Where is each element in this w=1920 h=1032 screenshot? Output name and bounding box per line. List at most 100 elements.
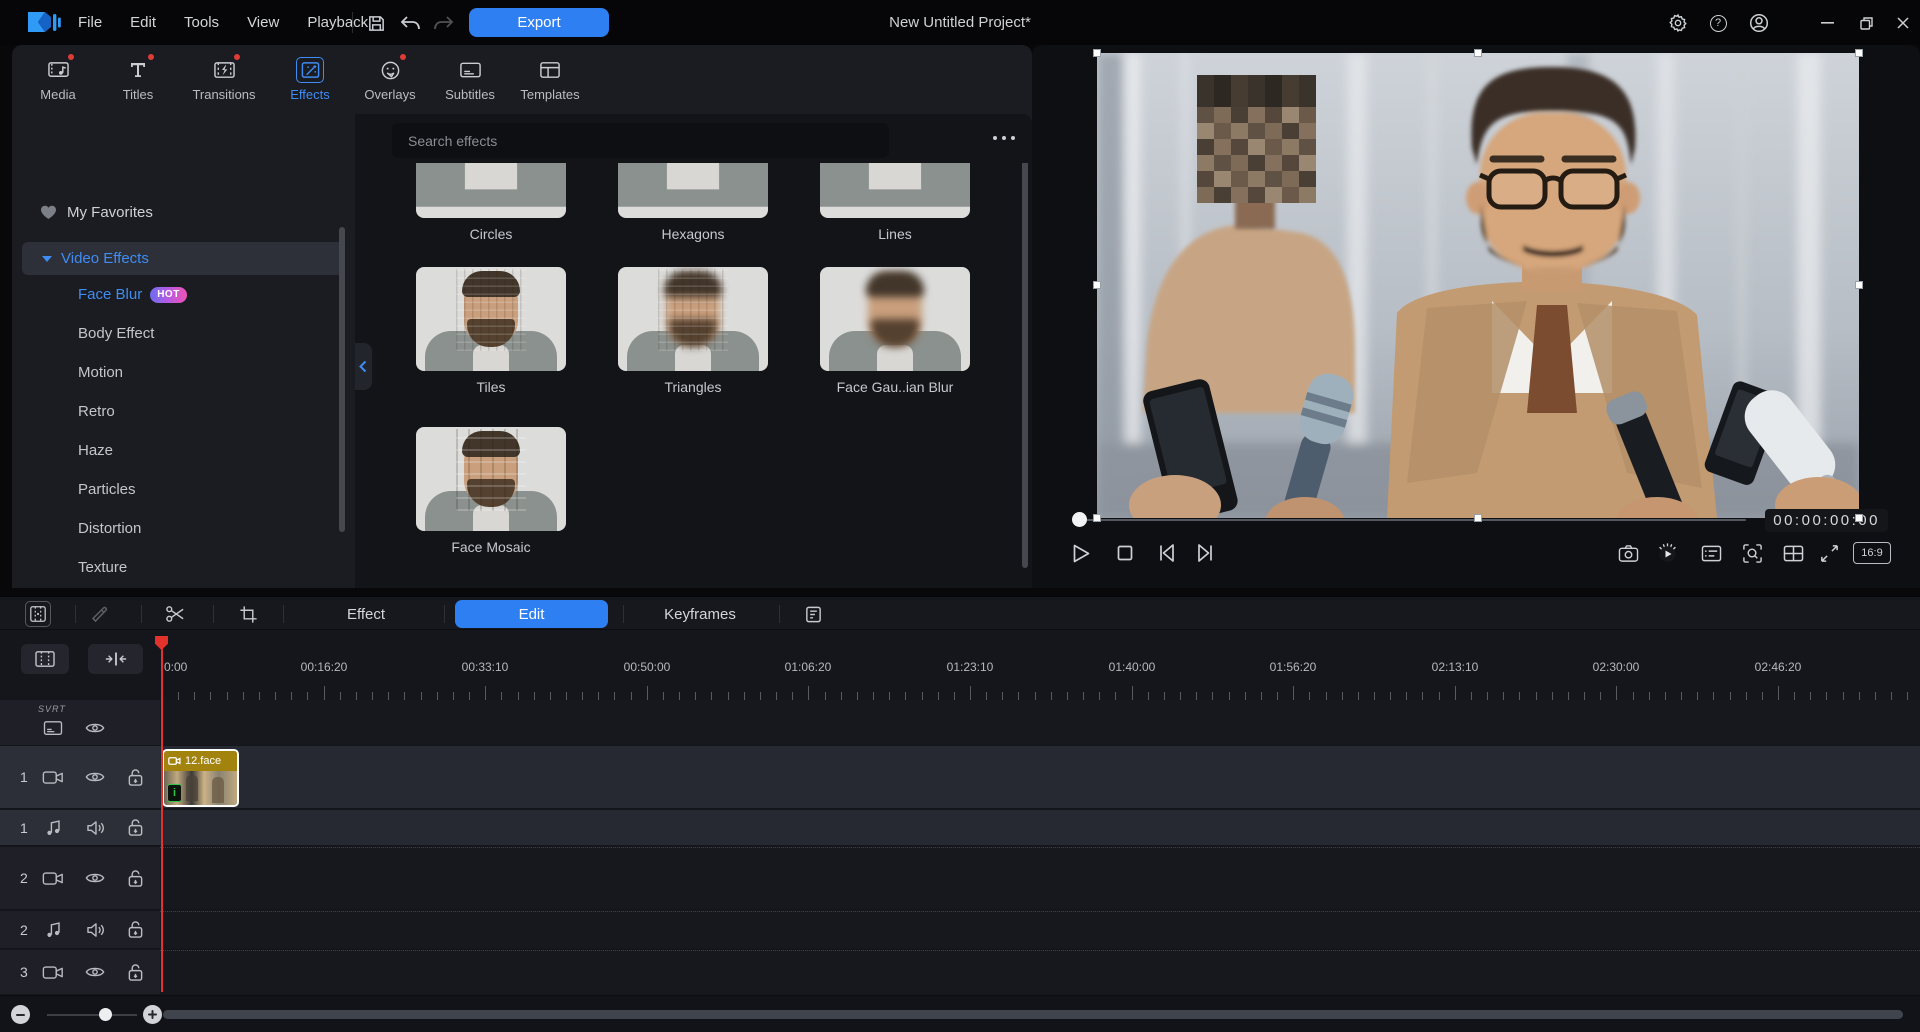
timeline-ruler[interactable]: 0:00 00:16:20 00:33:10 00:50:00 01:06:20… (160, 660, 1918, 700)
video-lane-1[interactable] (160, 746, 1920, 808)
adjustment-list-icon[interactable] (800, 601, 826, 627)
tab-templates[interactable]: Templates (510, 50, 590, 110)
more-options-icon[interactable] (993, 136, 1015, 140)
selection-handle[interactable] (1474, 49, 1482, 57)
selection-handle[interactable] (1855, 514, 1863, 522)
keyframes-tab[interactable]: Keyframes (650, 597, 750, 631)
selection-handle[interactable] (1093, 281, 1101, 289)
track-lock-icon[interactable] (124, 867, 146, 889)
help-icon[interactable]: ? (1706, 11, 1730, 35)
tab-transitions[interactable]: Transitions (178, 50, 270, 110)
track-lock-icon[interactable] (124, 817, 146, 839)
export-button[interactable]: Export (469, 8, 609, 37)
track-lock-icon[interactable] (124, 766, 146, 788)
close-button[interactable] (1891, 11, 1915, 35)
edit-tab[interactable]: Edit (455, 600, 608, 628)
audio-lane-2[interactable] (160, 911, 1920, 948)
sidebar-item-distortion[interactable]: Distortion (78, 520, 141, 537)
tab-titles[interactable]: Titles (98, 50, 178, 110)
video-lane-3[interactable] (160, 950, 1920, 994)
menu-playback[interactable]: Playback (307, 14, 368, 31)
sidebar-item-motion[interactable]: Motion (78, 364, 123, 381)
zoom-slider-handle[interactable] (99, 1008, 112, 1021)
effects-grid-scrollbar[interactable] (1022, 144, 1028, 568)
preview-seek-handle[interactable] (1072, 512, 1087, 527)
audio-lane-1[interactable] (160, 810, 1920, 845)
minimize-button[interactable] (1815, 11, 1839, 35)
snapshot-camera-icon[interactable] (1615, 540, 1641, 566)
zoom-in-button[interactable] (143, 1005, 162, 1024)
track-visibility-icon[interactable] (84, 961, 106, 983)
sidebar-item-favorites[interactable]: My Favorites (40, 204, 153, 221)
sidebar-group-video-effects[interactable]: Video Effects (22, 242, 344, 275)
track-visibility-icon[interactable] (84, 867, 106, 889)
playhead-marker[interactable] (155, 636, 168, 650)
tab-media[interactable]: Media (18, 50, 98, 110)
track-lock-icon[interactable] (124, 961, 146, 983)
effect-card-triangles[interactable]: Triangles (618, 267, 768, 395)
selection-handle[interactable] (1855, 281, 1863, 289)
aspect-ratio-button[interactable]: 16:9 (1853, 542, 1891, 564)
undo-icon[interactable] (398, 11, 422, 35)
selection-handle[interactable] (1855, 49, 1863, 57)
sidebar-item-particles[interactable]: Particles (78, 481, 136, 498)
storyboard-view-button[interactable] (21, 644, 69, 674)
zoom-out-button[interactable] (11, 1005, 30, 1024)
tab-effects[interactable]: Effects (270, 50, 350, 110)
playhead-line[interactable] (161, 638, 163, 992)
stop-button[interactable] (1112, 540, 1138, 566)
timeline-horizontal-scrollbar[interactable] (163, 1010, 1903, 1019)
render-preview-icon[interactable] (1654, 540, 1680, 566)
settings-gear-icon[interactable] (1666, 11, 1690, 35)
effect-card-tiles[interactable]: Tiles (416, 267, 566, 395)
sidebar-item-body-effect[interactable]: Body Effect (78, 325, 154, 342)
video-preview[interactable] (1097, 53, 1859, 518)
record-frame-icon[interactable] (25, 601, 51, 627)
sidebar-item-retro[interactable]: Retro (78, 403, 115, 420)
maximize-button[interactable] (1854, 11, 1878, 35)
zoom-slider-track[interactable] (47, 1014, 137, 1016)
redo-icon[interactable] (432, 11, 456, 35)
playback-log-icon[interactable] (1698, 540, 1724, 566)
track-visibility-icon[interactable] (84, 717, 106, 739)
menu-file[interactable]: File (78, 14, 102, 31)
snap-to-playhead-button[interactable] (88, 644, 143, 674)
scissors-cut-icon[interactable] (162, 601, 188, 627)
account-icon[interactable] (1747, 11, 1771, 35)
menu-view[interactable]: View (247, 14, 279, 31)
menu-tools[interactable]: Tools (184, 14, 219, 31)
preview-seek-bar[interactable] (1079, 519, 1746, 521)
menu-edit[interactable]: Edit (130, 14, 156, 31)
track-mute-icon[interactable] (84, 919, 106, 941)
track-mute-icon[interactable] (84, 817, 106, 839)
sidebar-item-texture[interactable]: Texture (78, 559, 127, 576)
video-lane-2[interactable] (160, 847, 1920, 909)
effect-card-face-mosaic[interactable]: Face Mosaic (416, 427, 566, 555)
selection-handle[interactable] (1474, 514, 1482, 522)
fullscreen-icon[interactable] (1816, 540, 1842, 566)
tab-subtitles[interactable]: Subtitles (430, 50, 510, 110)
effects-search-input[interactable] (392, 123, 889, 158)
crop-icon[interactable] (235, 601, 261, 627)
effects-search-bar[interactable] (392, 123, 889, 158)
split-screen-icon[interactable] (1780, 540, 1806, 566)
tab-overlays[interactable]: Overlays (350, 50, 430, 110)
track-visibility-icon[interactable] (84, 766, 106, 788)
sidebar-item-face-blur[interactable]: Face Blur HOT (78, 286, 187, 303)
selection-handle[interactable] (1093, 49, 1101, 57)
subtitle-lane[interactable] (160, 700, 1920, 745)
selection-handle[interactable] (1093, 514, 1101, 522)
next-frame-button[interactable] (1192, 540, 1218, 566)
effect-tab[interactable]: Effect (326, 597, 406, 631)
collapse-sidebar-button[interactable] (355, 343, 372, 390)
timeline-clip-12-face[interactable]: 12.face i (162, 749, 239, 807)
track-lock-icon[interactable] (124, 919, 146, 941)
save-icon[interactable] (364, 11, 388, 35)
effect-card-face-gaussian-blur[interactable]: Face Gau..ian Blur (820, 267, 970, 395)
previous-frame-button[interactable] (1154, 540, 1180, 566)
play-button[interactable] (1068, 540, 1094, 566)
sidebar-item-haze[interactable]: Haze (78, 442, 113, 459)
razor-icon[interactable] (87, 601, 113, 627)
zoom-preview-icon[interactable] (1739, 540, 1765, 566)
sidebar-scrollbar[interactable] (339, 227, 345, 532)
